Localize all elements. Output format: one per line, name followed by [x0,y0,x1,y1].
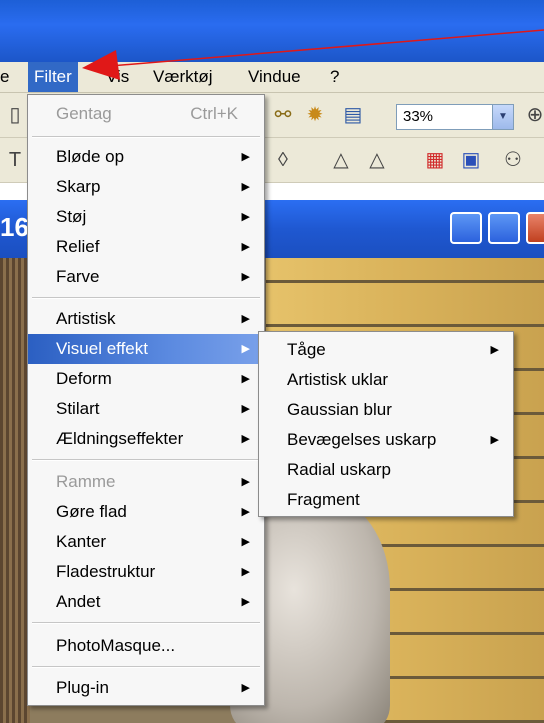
triangle-icon[interactable]: △ [326,146,356,174]
chevron-right-icon: ▶ [241,313,250,325]
chevron-right-icon: ▶ [490,434,499,446]
window-icon[interactable]: ▤ [338,101,368,129]
chevron-right-icon: ▶ [241,536,250,548]
chevron-right-icon: ▶ [241,151,250,163]
chevron-right-icon: ▶ [241,403,250,415]
menu-item-style[interactable]: Stilart ▶ [28,394,264,424]
background-blinds [0,258,30,723]
chevron-down-icon[interactable]: ▼ [492,105,513,129]
document-title: 16 [0,212,29,242]
menu-item-photomasque[interactable]: PhotoMasque... [28,631,264,661]
chevron-right-icon: ▶ [241,343,250,355]
filter-menu: Gentag Ctrl+K Bløde op ▶ Skarp ▶ Støj ▶ Rel… [27,94,265,706]
menu-item-noise[interactable]: Støj ▶ [28,202,264,232]
minimize-button[interactable] [450,212,482,244]
menu-separator [32,459,260,461]
submenu-item-radial-blur[interactable]: Radial uskarp [259,455,513,485]
menu-edit[interactable]: e [0,62,9,92]
menu-item-plugin[interactable]: Plug-in ▶ [28,673,264,703]
drop-icon[interactable]: ◊ [268,146,298,174]
menu-item-artistic[interactable]: Artistisk ▶ [28,304,264,334]
submenu-item-fragment[interactable]: Fragment [259,485,513,515]
menu-item-other[interactable]: Andet ▶ [28,587,264,617]
menu-item-sharpen[interactable]: Skarp ▶ [28,172,264,202]
menu-item-repeat[interactable]: Gentag Ctrl+K [28,99,264,129]
menu-item-deform[interactable]: Deform ▶ [28,364,264,394]
menu-item-relief[interactable]: Relief ▶ [28,232,264,262]
menu-item-flatten[interactable]: Gøre flad ▶ [28,497,264,527]
annotation-arrow [82,29,544,80]
binoculars-icon[interactable]: ⚯ [268,101,298,129]
maximize-button[interactable] [488,212,520,244]
menu-item-texture[interactable]: Fladestruktur ▶ [28,557,264,587]
menu-item-aging-effects[interactable]: Ældningseffekter ▶ [28,424,264,454]
menu-item-edges[interactable]: Kanter ▶ [28,527,264,557]
chevron-right-icon: ▶ [490,344,499,356]
menu-separator [32,666,260,668]
chevron-right-icon: ▶ [241,373,250,385]
menu-separator [32,622,260,624]
submenu-item-fog[interactable]: Tåge ▶ [259,335,513,365]
menu-item-visual-effect[interactable]: Visuel effekt ▶ [28,334,264,364]
zoom-value: 33% [403,108,434,125]
chevron-right-icon: ▶ [241,181,250,193]
color-balance-icon[interactable]: ▦ [420,146,450,174]
menu-item-frame[interactable]: Ramme ▶ [28,467,264,497]
figure-icon[interactable]: ⚇ [498,146,528,174]
menu-separator [32,297,260,299]
menu-item-blur[interactable]: Bløde op ▶ [28,142,264,172]
chevron-right-icon: ▶ [241,211,250,223]
monitor-icon[interactable]: ▣ [456,146,486,174]
submenu-item-motion-blur[interactable]: Bevægelses uskarp ▶ [259,425,513,455]
visual-effect-submenu: Tåge ▶ Artistisk uklar Gaussian blur Bevæ… [258,331,514,517]
close-button[interactable] [526,212,544,244]
toolbar-edge-icon[interactable]: ▯ [0,101,30,129]
chevron-right-icon: ▶ [241,506,250,518]
menu-item-color[interactable]: Farve ▶ [28,262,264,292]
zoom-in-icon[interactable]: ⊕ [520,101,544,129]
menu-filter[interactable]: Filter [28,62,78,92]
chevron-right-icon: ▶ [241,566,250,578]
text-tool-icon[interactable]: T [0,146,30,174]
submenu-item-gaussian-blur[interactable]: Gaussian blur [259,395,513,425]
triangle-outline-icon[interactable]: △ [362,146,392,174]
chevron-right-icon: ▶ [241,596,250,608]
chevron-right-icon: ▶ [241,682,250,694]
chevron-right-icon: ▶ [241,433,250,445]
chevron-right-icon: ▶ [241,476,250,488]
submenu-item-artistic-blur[interactable]: Artistisk uklar [259,365,513,395]
gear-icon[interactable]: ✹ [300,101,330,129]
chevron-right-icon: ▶ [241,271,250,283]
zoom-select[interactable]: 33% ▼ [396,104,514,130]
menu-separator [32,136,260,138]
chevron-right-icon: ▶ [241,241,250,253]
